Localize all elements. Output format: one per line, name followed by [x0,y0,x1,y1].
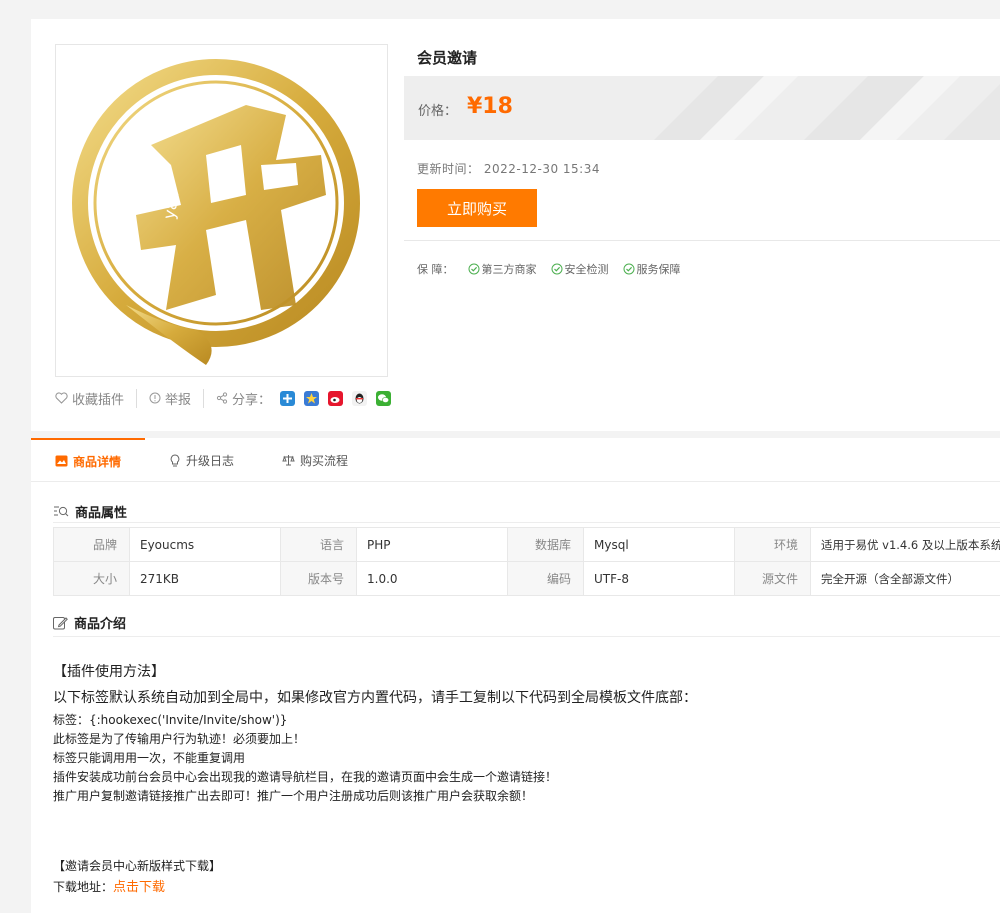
product-image: yao [55,44,388,377]
intro-content: 【插件使用方法】 以下标签默认系统自动加到全局中，如果修改官方内置代码，请手工复… [53,661,697,806]
report-label: 举报 [165,392,192,408]
tab-label: 商品详情 [72,454,121,469]
section-divider [53,522,1000,523]
attr-key: 编码 [507,561,584,596]
update-time: 更新时间： 2022-12-30 15:34 [417,160,600,177]
intro-line: 插件安装成功前台会员中心会出现我的邀请导航栏目，在我的邀请页面中会生成一个邀请链… [53,770,558,784]
attr-key: 版本号 [280,561,357,596]
edit-icon [53,616,68,629]
table-row: 品牌 Eyoucms 语言 PHP 数据库 Mysql 环境 适用于易优 v1.… [53,527,1000,562]
attr-key: 语言 [280,527,357,562]
bulb-icon [170,453,180,466]
attr-value: 完全开源（含全部源文件） [810,561,1000,596]
download-row: 下载地址：点击下载 [53,877,221,898]
attr-value: UTF-8 [583,561,735,596]
tab-product-details[interactable]: 商品详情 [31,438,145,482]
search-list-icon [54,506,69,516]
guarantee-item: 第三方商家 [468,261,537,277]
intro-line: 标签：{:hookexec('Invite/Invite/show')} [53,713,288,727]
attr-value: Eyoucms [129,527,281,562]
tab-label: 购买流程 [300,453,349,468]
image-icon [55,455,68,467]
guarantee-item: 安全检测 [551,261,609,277]
intro-lead: 以下标签默认系统自动加到全局中，如果修改官方内置代码，请手工复制以下代码到全局模… [53,690,697,706]
product-title: 会员邀请 [417,49,478,67]
favorite-button[interactable]: 收藏插件 [55,388,138,408]
divider [404,240,1000,241]
download-label: 下载地址： [53,880,114,894]
product-detail-card: 商品详情 升级日志 购买流程 商品属性 品牌 Eyoucms 语言 PHP 数据… [31,438,1000,913]
update-value: 2022-12-30 15:34 [483,162,600,176]
share-label: 分享： [232,392,272,408]
guarantee-item: 服务保障 [623,261,681,277]
attributes-title: 商品属性 [75,506,128,521]
attr-value: 1.0.0 [356,561,508,596]
qzone-icon[interactable] [280,390,296,406]
share-group: 分享： [216,389,403,408]
guarantee-text: 安全检测 [564,263,609,276]
share-icon [216,392,228,404]
guarantee-label: 保 障： [417,263,454,276]
price-bar: 价格： ¥18 [404,76,1000,140]
attr-key: 源文件 [734,561,811,596]
guarantee-row: 保 障： 第三方商家 安全检测 服务保障 [417,261,681,277]
warning-icon [149,392,161,404]
attr-value: PHP [356,527,508,562]
attributes-section-title: 商品属性 [53,502,127,521]
tab-upgrade-log[interactable]: 升级日志 [145,438,258,482]
weibo-icon[interactable] [328,390,344,406]
attr-key: 数据库 [507,527,584,562]
product-summary-card: yao 收藏插件 举报 分享： 会员邀请 价格： ¥18 更新时间： 2022-… [31,19,1000,431]
invite-logo-image: yao [72,59,360,365]
download-link[interactable]: 点击下载 [113,880,165,895]
guarantee-text: 服务保障 [636,263,681,276]
intro-line: 推广用户复制邀请链接推广出去即可！推广一个用户注册成功后则该推广用户会获取余额！ [53,789,534,803]
price-label: 价格： [418,104,458,119]
guarantee-text: 第三方商家 [481,263,537,276]
attr-key: 品牌 [53,527,130,562]
download-heading: 【邀请会员中心新版样式下载】 [53,859,222,873]
tab-label: 升级日志 [186,453,235,468]
attr-key: 环境 [734,527,811,562]
tab-purchase-process[interactable]: 购买流程 [258,438,372,482]
favorite-label: 收藏插件 [72,392,125,408]
check-circle-icon [468,263,479,275]
heart-icon [55,392,68,404]
attr-value: 271KB [129,561,281,596]
report-button[interactable]: 举报 [149,388,205,408]
table-row: 大小 271KB 版本号 1.0.0 编码 UTF-8 源文件 完全开源（含全部… [53,561,1000,596]
update-label: 更新时间： [417,162,480,176]
check-circle-icon [551,263,562,275]
intro-heading: 【插件使用方法】 [53,664,165,680]
attr-value: Mysql [583,527,735,562]
intro-section-title: 商品介绍 [53,613,126,632]
scale-icon [282,455,295,466]
intro-line: 标签只能调用用一次，不能重复调用 [53,751,246,765]
download-section: 【邀请会员中心新版样式下载】 下载地址：点击下载 [53,856,221,898]
attr-key: 大小 [53,561,130,596]
attributes-table: 品牌 Eyoucms 语言 PHP 数据库 Mysql 环境 适用于易优 v1.… [53,527,1000,596]
qq-icon[interactable] [352,390,368,406]
section-divider [53,636,1000,637]
detail-tabs: 商品详情 升级日志 购买流程 [31,438,1000,482]
attr-value: 适用于易优 v1.4.6 及以上版本系统 [810,527,1000,562]
buy-now-button[interactable]: 立即购买 [417,189,537,227]
intro-title: 商品介绍 [74,617,127,632]
price-value: ¥18 [467,94,513,119]
intro-line: 此标签是为了传输用户行为轨迹！必须要加上！ [53,732,306,746]
wechat-icon[interactable] [376,390,392,406]
qq-star-icon[interactable] [304,390,320,406]
check-circle-icon [623,263,634,275]
product-actions: 收藏插件 举报 分享： [55,388,415,408]
